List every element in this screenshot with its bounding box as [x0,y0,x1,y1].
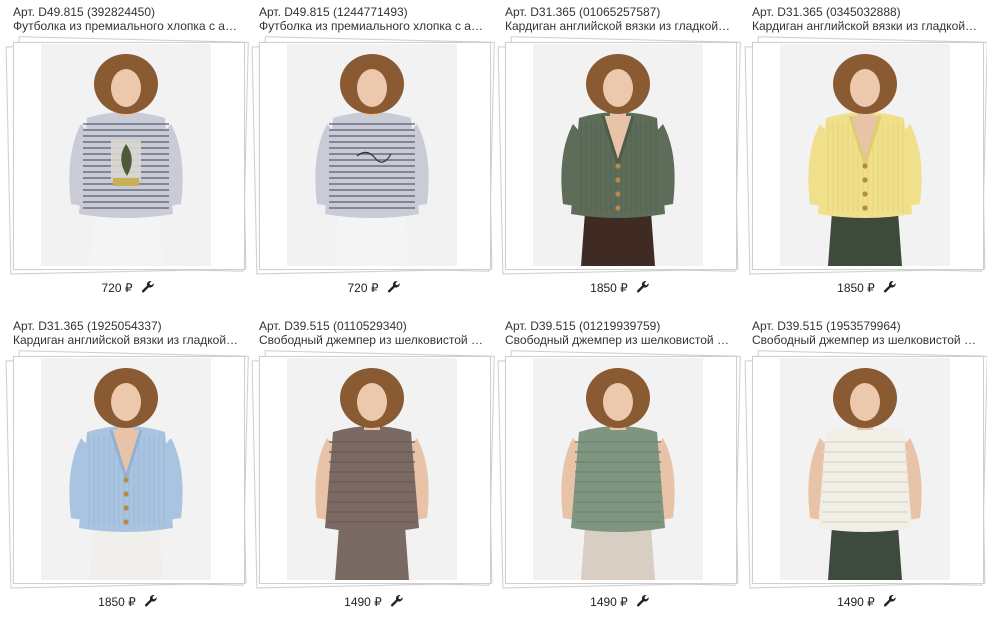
price-row: 1850 ₽ [752,280,982,295]
product-price: 1490 ₽ [344,595,382,609]
product-article: Арт. D49.815 (1244771493) [259,5,408,19]
wrench-icon[interactable] [141,280,155,294]
wrench-icon[interactable] [636,280,650,294]
product-card[interactable]: Арт. D31.365 (01065257587) Кардиган англи… [497,0,741,306]
product-card[interactable]: Арт. D49.815 (1244771493) Футболка из пре… [251,0,495,306]
product-card[interactable]: Арт. D39.515 (1953579964) Свободный джемп… [744,314,987,620]
product-image-stack[interactable] [5,36,249,275]
price-row: 720 ₽ [259,280,489,295]
wrench-icon[interactable] [144,594,158,608]
product-price: 1850 ₽ [590,281,628,295]
wrench-icon[interactable] [636,594,650,608]
product-photo[interactable] [533,44,703,266]
product-title[interactable]: Кардиган английской вязки из гладкой… [13,333,239,347]
product-photo[interactable] [287,358,457,580]
wrench-icon[interactable] [883,280,897,294]
product-title[interactable]: Свободный джемпер из шелковистой … [505,333,731,347]
product-title[interactable]: Кардиган английской вязки из гладкой… [505,19,731,33]
product-card[interactable]: Арт. D49.815 (392824450) Футболка из прем… [5,0,249,306]
product-photo[interactable] [533,358,703,580]
product-title[interactable]: Футболка из премиального хлопка с а… [259,19,485,33]
product-title[interactable]: Футболка из премиального хлопка с а… [13,19,239,33]
product-photo[interactable] [41,358,211,580]
product-price: 1850 ₽ [837,281,875,295]
product-title[interactable]: Свободный джемпер из шелковистой … [752,333,978,347]
product-article: Арт. D49.815 (392824450) [13,5,156,19]
wrench-icon[interactable] [390,594,404,608]
product-article: Арт. D31.365 (0345032888) [752,5,901,19]
product-photo[interactable] [780,44,950,266]
price-row: 720 ₽ [13,280,243,295]
product-card[interactable]: Арт. D39.515 (01219939759) Свободный джем… [497,314,741,620]
product-article: Арт. D39.515 (0110529340) [259,319,407,333]
product-article: Арт. D39.515 (1953579964) [752,319,901,333]
product-price: 1490 ₽ [837,595,875,609]
product-article: Арт. D39.515 (01219939759) [505,319,661,333]
product-image-stack[interactable] [497,36,741,275]
product-price: 720 ₽ [101,281,133,295]
product-photo[interactable] [780,358,950,580]
price-row: 1850 ₽ [505,280,735,295]
product-image-stack[interactable] [5,350,249,589]
product-price: 1850 ₽ [98,595,136,609]
product-title[interactable]: Свободный джемпер из шелковистой … [259,333,485,347]
product-image-stack[interactable] [744,36,987,275]
product-article: Арт. D31.365 (1925054337) [13,319,162,333]
product-image-stack[interactable] [744,350,987,589]
product-photo[interactable] [287,44,457,266]
product-image-stack[interactable] [251,350,495,589]
product-image-stack[interactable] [251,36,495,275]
price-row: 1490 ₽ [259,594,489,609]
product-card[interactable]: Арт. D31.365 (0345032888) Кардиган англий… [744,0,987,306]
product-price: 1490 ₽ [590,595,628,609]
wrench-icon[interactable] [387,280,401,294]
price-row: 1850 ₽ [13,594,243,609]
price-row: 1490 ₽ [505,594,735,609]
product-photo[interactable] [41,44,211,266]
product-card[interactable]: Арт. D39.515 (0110529340) Свободный джемп… [251,314,495,620]
product-price: 720 ₽ [347,281,379,295]
wrench-icon[interactable] [883,594,897,608]
product-image-stack[interactable] [497,350,741,589]
price-row: 1490 ₽ [752,594,982,609]
product-article: Арт. D31.365 (01065257587) [505,5,661,19]
product-title[interactable]: Кардиган английской вязки из гладкой… [752,19,978,33]
product-card[interactable]: Арт. D31.365 (1925054337) Кардиган англий… [5,314,249,620]
